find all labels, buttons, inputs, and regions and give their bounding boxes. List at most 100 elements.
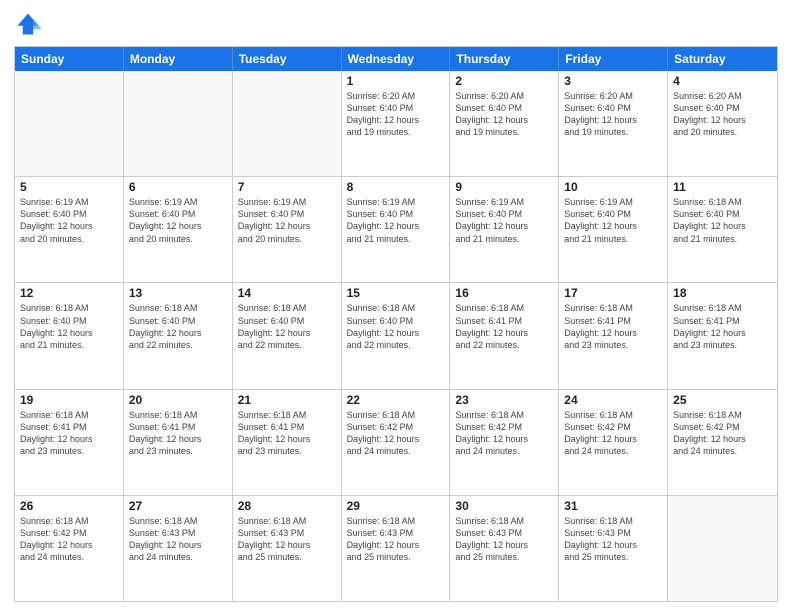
calendar-cell: 19 Sunrise: 6:18 AM Sunset: 6:41 PM Dayli… bbox=[15, 390, 124, 495]
day-info: Sunrise: 6:19 AM Sunset: 6:40 PM Dayligh… bbox=[238, 196, 336, 245]
day-number: 14 bbox=[238, 286, 336, 300]
day-number: 8 bbox=[347, 180, 445, 194]
calendar-cell: 21 Sunrise: 6:18 AM Sunset: 6:41 PM Dayli… bbox=[233, 390, 342, 495]
day-number: 16 bbox=[455, 286, 553, 300]
day-info: Sunrise: 6:18 AM Sunset: 6:40 PM Dayligh… bbox=[238, 302, 336, 351]
calendar-cell: 4 Sunrise: 6:20 AM Sunset: 6:40 PM Daylig… bbox=[668, 71, 777, 176]
calendar-row-3: 19 Sunrise: 6:18 AM Sunset: 6:41 PM Dayli… bbox=[15, 389, 777, 495]
day-number: 6 bbox=[129, 180, 227, 194]
weekday-header-thursday: Thursday bbox=[450, 47, 559, 71]
day-number: 18 bbox=[673, 286, 772, 300]
day-info: Sunrise: 6:18 AM Sunset: 6:43 PM Dayligh… bbox=[238, 515, 336, 564]
calendar-row-4: 26 Sunrise: 6:18 AM Sunset: 6:42 PM Dayli… bbox=[15, 495, 777, 601]
day-number: 28 bbox=[238, 499, 336, 513]
day-number: 4 bbox=[673, 74, 772, 88]
calendar-cell: 10Sunrise: 6:19 AM Sunset: 6:40 PM Dayli… bbox=[559, 177, 668, 282]
day-info: Sunrise: 6:18 AM Sunset: 6:43 PM Dayligh… bbox=[564, 515, 662, 564]
day-number: 22 bbox=[347, 393, 445, 407]
day-number: 11 bbox=[673, 180, 772, 194]
day-number: 29 bbox=[347, 499, 445, 513]
calendar-body: 1 Sunrise: 6:20 AM Sunset: 6:40 PM Daylig… bbox=[15, 71, 777, 601]
calendar-cell: 8 Sunrise: 6:19 AM Sunset: 6:40 PM Daylig… bbox=[342, 177, 451, 282]
calendar-cell: 24 Sunrise: 6:18 AM Sunset: 6:42 PM Dayli… bbox=[559, 390, 668, 495]
day-info: Sunrise: 6:19 AM Sunset: 6:40 PM Dayligh… bbox=[129, 196, 227, 245]
day-number: 24 bbox=[564, 393, 662, 407]
calendar-cell: 18 Sunrise: 6:18 AM Sunset: 6:41 PM Dayli… bbox=[668, 283, 777, 388]
calendar-cell: 3Sunrise: 6:20 AM Sunset: 6:40 PM Daylig… bbox=[559, 71, 668, 176]
day-info: Sunrise: 6:18 AM Sunset: 6:40 PM Dayligh… bbox=[129, 302, 227, 351]
weekday-header-friday: Friday bbox=[559, 47, 668, 71]
weekday-header-tuesday: Tuesday bbox=[233, 47, 342, 71]
calendar: SundayMondayTuesdayWednesdayThursdayFrid… bbox=[14, 46, 778, 602]
day-number: 27 bbox=[129, 499, 227, 513]
day-info: Sunrise: 6:18 AM Sunset: 6:42 PM Dayligh… bbox=[564, 409, 662, 458]
day-info: Sunrise: 6:18 AM Sunset: 6:42 PM Dayligh… bbox=[347, 409, 445, 458]
day-number: 15 bbox=[347, 286, 445, 300]
day-number: 13 bbox=[129, 286, 227, 300]
calendar-cell: 22 Sunrise: 6:18 AM Sunset: 6:42 PM Dayli… bbox=[342, 390, 451, 495]
calendar-cell: 26 Sunrise: 6:18 AM Sunset: 6:42 PM Dayli… bbox=[15, 496, 124, 601]
day-info: Sunrise: 6:18 AM Sunset: 6:41 PM Dayligh… bbox=[564, 302, 662, 351]
day-info: Sunrise: 6:18 AM Sunset: 6:41 PM Dayligh… bbox=[238, 409, 336, 458]
day-number: 1 bbox=[347, 74, 445, 88]
day-info: Sunrise: 6:19 AM Sunset: 6:40 PM Dayligh… bbox=[347, 196, 445, 245]
calendar-cell: 17Sunrise: 6:18 AM Sunset: 6:41 PM Dayli… bbox=[559, 283, 668, 388]
day-info: Sunrise: 6:20 AM Sunset: 6:40 PM Dayligh… bbox=[673, 90, 772, 139]
day-number: 20 bbox=[129, 393, 227, 407]
calendar-header: SundayMondayTuesdayWednesdayThursdayFrid… bbox=[15, 47, 777, 71]
logo-icon bbox=[14, 10, 42, 38]
day-info: Sunrise: 6:18 AM Sunset: 6:40 PM Dayligh… bbox=[673, 196, 772, 245]
calendar-cell: 31 Sunrise: 6:18 AM Sunset: 6:43 PM Dayli… bbox=[559, 496, 668, 601]
page: SundayMondayTuesdayWednesdayThursdayFrid… bbox=[0, 0, 792, 612]
day-number: 19 bbox=[20, 393, 118, 407]
calendar-cell: 1Sunrise: 6:20 AM Sunset: 6:40 PM Daylig… bbox=[342, 71, 451, 176]
day-info: Sunrise: 6:18 AM Sunset: 6:43 PM Dayligh… bbox=[129, 515, 227, 564]
day-number: 9 bbox=[455, 180, 553, 194]
weekday-header-monday: Monday bbox=[124, 47, 233, 71]
calendar-cell: 28 Sunrise: 6:18 AM Sunset: 6:43 PM Dayli… bbox=[233, 496, 342, 601]
calendar-cell: 15 Sunrise: 6:18 AM Sunset: 6:40 PM Dayli… bbox=[342, 283, 451, 388]
calendar-cell: 20 Sunrise: 6:18 AM Sunset: 6:41 PM Dayli… bbox=[124, 390, 233, 495]
calendar-cell: 16 Sunrise: 6:18 AM Sunset: 6:41 PM Dayli… bbox=[450, 283, 559, 388]
day-number: 26 bbox=[20, 499, 118, 513]
day-info: Sunrise: 6:19 AM Sunset: 6:40 PM Dayligh… bbox=[455, 196, 553, 245]
calendar-cell bbox=[124, 71, 233, 176]
day-number: 23 bbox=[455, 393, 553, 407]
calendar-cell: 6 Sunrise: 6:19 AM Sunset: 6:40 PM Daylig… bbox=[124, 177, 233, 282]
day-info: Sunrise: 6:19 AM Sunset: 6:40 PM Dayligh… bbox=[20, 196, 118, 245]
weekday-header-wednesday: Wednesday bbox=[342, 47, 451, 71]
calendar-row-2: 12 Sunrise: 6:18 AM Sunset: 6:40 PM Dayli… bbox=[15, 282, 777, 388]
day-number: 7 bbox=[238, 180, 336, 194]
day-number: 21 bbox=[238, 393, 336, 407]
day-number: 25 bbox=[673, 393, 772, 407]
calendar-cell: 5Sunrise: 6:19 AM Sunset: 6:40 PM Daylig… bbox=[15, 177, 124, 282]
day-number: 31 bbox=[564, 499, 662, 513]
day-info: Sunrise: 6:18 AM Sunset: 6:41 PM Dayligh… bbox=[455, 302, 553, 351]
weekday-header-sunday: Sunday bbox=[15, 47, 124, 71]
day-info: Sunrise: 6:18 AM Sunset: 6:40 PM Dayligh… bbox=[347, 302, 445, 351]
calendar-cell bbox=[15, 71, 124, 176]
logo bbox=[14, 10, 46, 38]
day-number: 12 bbox=[20, 286, 118, 300]
calendar-cell: 7 Sunrise: 6:19 AM Sunset: 6:40 PM Daylig… bbox=[233, 177, 342, 282]
calendar-cell: 29Sunrise: 6:18 AM Sunset: 6:43 PM Dayli… bbox=[342, 496, 451, 601]
day-number: 30 bbox=[455, 499, 553, 513]
day-info: Sunrise: 6:18 AM Sunset: 6:41 PM Dayligh… bbox=[129, 409, 227, 458]
calendar-cell: 14 Sunrise: 6:18 AM Sunset: 6:40 PM Dayli… bbox=[233, 283, 342, 388]
calendar-row-0: 1 Sunrise: 6:20 AM Sunset: 6:40 PM Daylig… bbox=[15, 71, 777, 176]
day-info: Sunrise: 6:18 AM Sunset: 6:42 PM Dayligh… bbox=[673, 409, 772, 458]
calendar-cell: 13 Sunrise: 6:18 AM Sunset: 6:40 PM Dayli… bbox=[124, 283, 233, 388]
calendar-cell: 11 Sunrise: 6:18 AM Sunset: 6:40 PM Dayli… bbox=[668, 177, 777, 282]
day-info: Sunrise: 6:18 AM Sunset: 6:41 PM Dayligh… bbox=[20, 409, 118, 458]
calendar-row-1: 5Sunrise: 6:19 AM Sunset: 6:40 PM Daylig… bbox=[15, 176, 777, 282]
weekday-header-saturday: Saturday bbox=[668, 47, 777, 71]
calendar-cell: 23Sunrise: 6:18 AM Sunset: 6:42 PM Dayli… bbox=[450, 390, 559, 495]
day-info: Sunrise: 6:18 AM Sunset: 6:42 PM Dayligh… bbox=[20, 515, 118, 564]
day-number: 3 bbox=[564, 74, 662, 88]
day-info: Sunrise: 6:18 AM Sunset: 6:41 PM Dayligh… bbox=[673, 302, 772, 351]
calendar-cell bbox=[668, 496, 777, 601]
calendar-cell: 2Sunrise: 6:20 AM Sunset: 6:40 PM Daylig… bbox=[450, 71, 559, 176]
day-info: Sunrise: 6:18 AM Sunset: 6:40 PM Dayligh… bbox=[20, 302, 118, 351]
calendar-cell: 30Sunrise: 6:18 AM Sunset: 6:43 PM Dayli… bbox=[450, 496, 559, 601]
day-number: 10 bbox=[564, 180, 662, 194]
